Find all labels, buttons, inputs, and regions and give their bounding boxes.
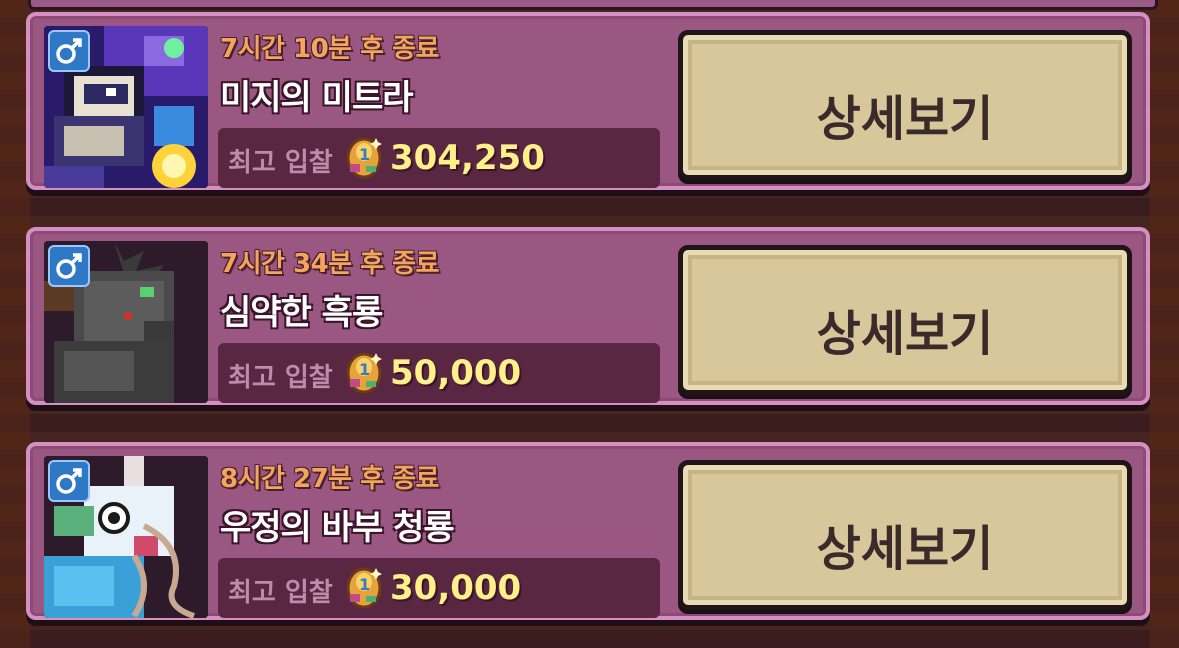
creature-name: 심약한 흑룡 bbox=[220, 293, 383, 333]
svg-text:1: 1 bbox=[359, 360, 370, 379]
auction-card[interactable]: 7시간 10분 후 종료 미지의 미트라 최고 입찰 1 304,250 상세보… bbox=[26, 12, 1150, 190]
creature-portrait bbox=[44, 241, 208, 403]
creature-name: 미지의 미트라 bbox=[220, 78, 414, 118]
highest-bid-value: 30,000 bbox=[390, 568, 522, 608]
auction-card[interactable]: 7시간 34분 후 종료 심약한 흑룡 최고 입찰 1 50,000 상세보기 bbox=[26, 227, 1150, 405]
auction-timer: 8시간 27분 후 종료 bbox=[220, 464, 439, 494]
male-icon bbox=[48, 245, 90, 287]
highest-bid-value: 50,000 bbox=[390, 353, 522, 393]
highest-bid-label: 최고 입찰 bbox=[228, 578, 333, 608]
creature-portrait bbox=[44, 456, 208, 618]
view-details-label: 상세보기 bbox=[816, 91, 994, 147]
view-details-button[interactable]: 상세보기 bbox=[678, 460, 1132, 610]
view-details-label: 상세보기 bbox=[816, 521, 994, 577]
highest-bid-box: 최고 입찰 1 30,000 bbox=[218, 558, 660, 618]
highest-bid-label: 최고 입찰 bbox=[228, 148, 333, 178]
highest-bid-label: 최고 입찰 bbox=[228, 363, 333, 393]
male-icon bbox=[48, 460, 90, 502]
auction-card[interactable]: 8시간 27분 후 종료 우정의 바부 청룡 최고 입찰 1 30,000 상세… bbox=[26, 442, 1150, 620]
egg-coin-icon: 1 bbox=[346, 352, 382, 394]
highest-bid-box: 최고 입찰 1 50,000 bbox=[218, 343, 660, 403]
egg-coin-icon: 1 bbox=[346, 567, 382, 609]
auction-timer: 7시간 10분 후 종료 bbox=[220, 34, 439, 64]
svg-text:1: 1 bbox=[359, 575, 370, 594]
auction-list: 7시간 10분 후 종료 미지의 미트라 최고 입찰 1 304,250 상세보… bbox=[0, 0, 1179, 648]
male-icon bbox=[48, 30, 90, 72]
view-details-button[interactable]: 상세보기 bbox=[678, 245, 1132, 395]
view-details-button[interactable]: 상세보기 bbox=[678, 30, 1132, 180]
egg-coin-icon: 1 bbox=[346, 137, 382, 179]
creature-name: 우정의 바부 청룡 bbox=[220, 508, 455, 548]
previous-card-edge bbox=[28, 0, 1158, 10]
svg-text:1: 1 bbox=[359, 145, 370, 164]
highest-bid-box: 최고 입찰 1 304,250 bbox=[218, 128, 660, 188]
view-details-label: 상세보기 bbox=[816, 306, 994, 362]
auction-timer: 7시간 34분 후 종료 bbox=[220, 249, 439, 279]
highest-bid-value: 304,250 bbox=[390, 138, 545, 178]
creature-portrait bbox=[44, 26, 208, 188]
